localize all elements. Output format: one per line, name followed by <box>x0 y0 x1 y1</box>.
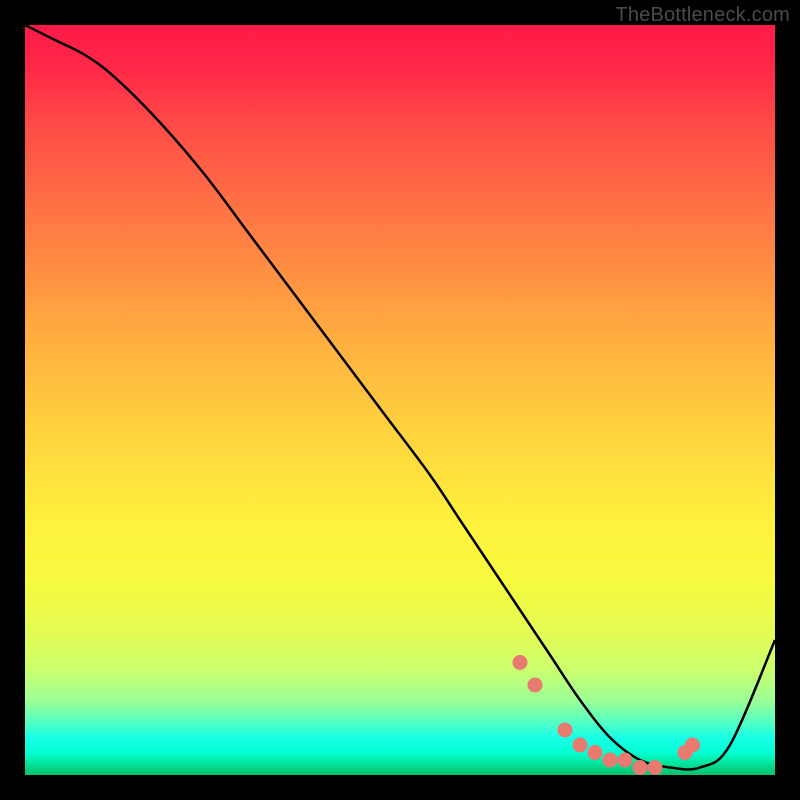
highlight-dot <box>685 738 700 753</box>
highlight-dot <box>513 655 528 670</box>
highlight-dot <box>618 753 633 768</box>
highlight-dot <box>648 760 663 775</box>
highlight-dot <box>588 745 603 760</box>
chart-frame: TheBottleneck.com <box>0 0 800 800</box>
highlight-dot <box>573 738 588 753</box>
highlight-dot <box>633 760 648 775</box>
highlight-dot <box>603 753 618 768</box>
watermark-text: TheBottleneck.com <box>615 4 790 27</box>
curve-layer <box>25 25 775 775</box>
bottleneck-curve <box>25 25 775 769</box>
plot-area <box>25 25 775 775</box>
highlight-dot <box>558 723 573 738</box>
highlight-dot <box>528 678 543 693</box>
